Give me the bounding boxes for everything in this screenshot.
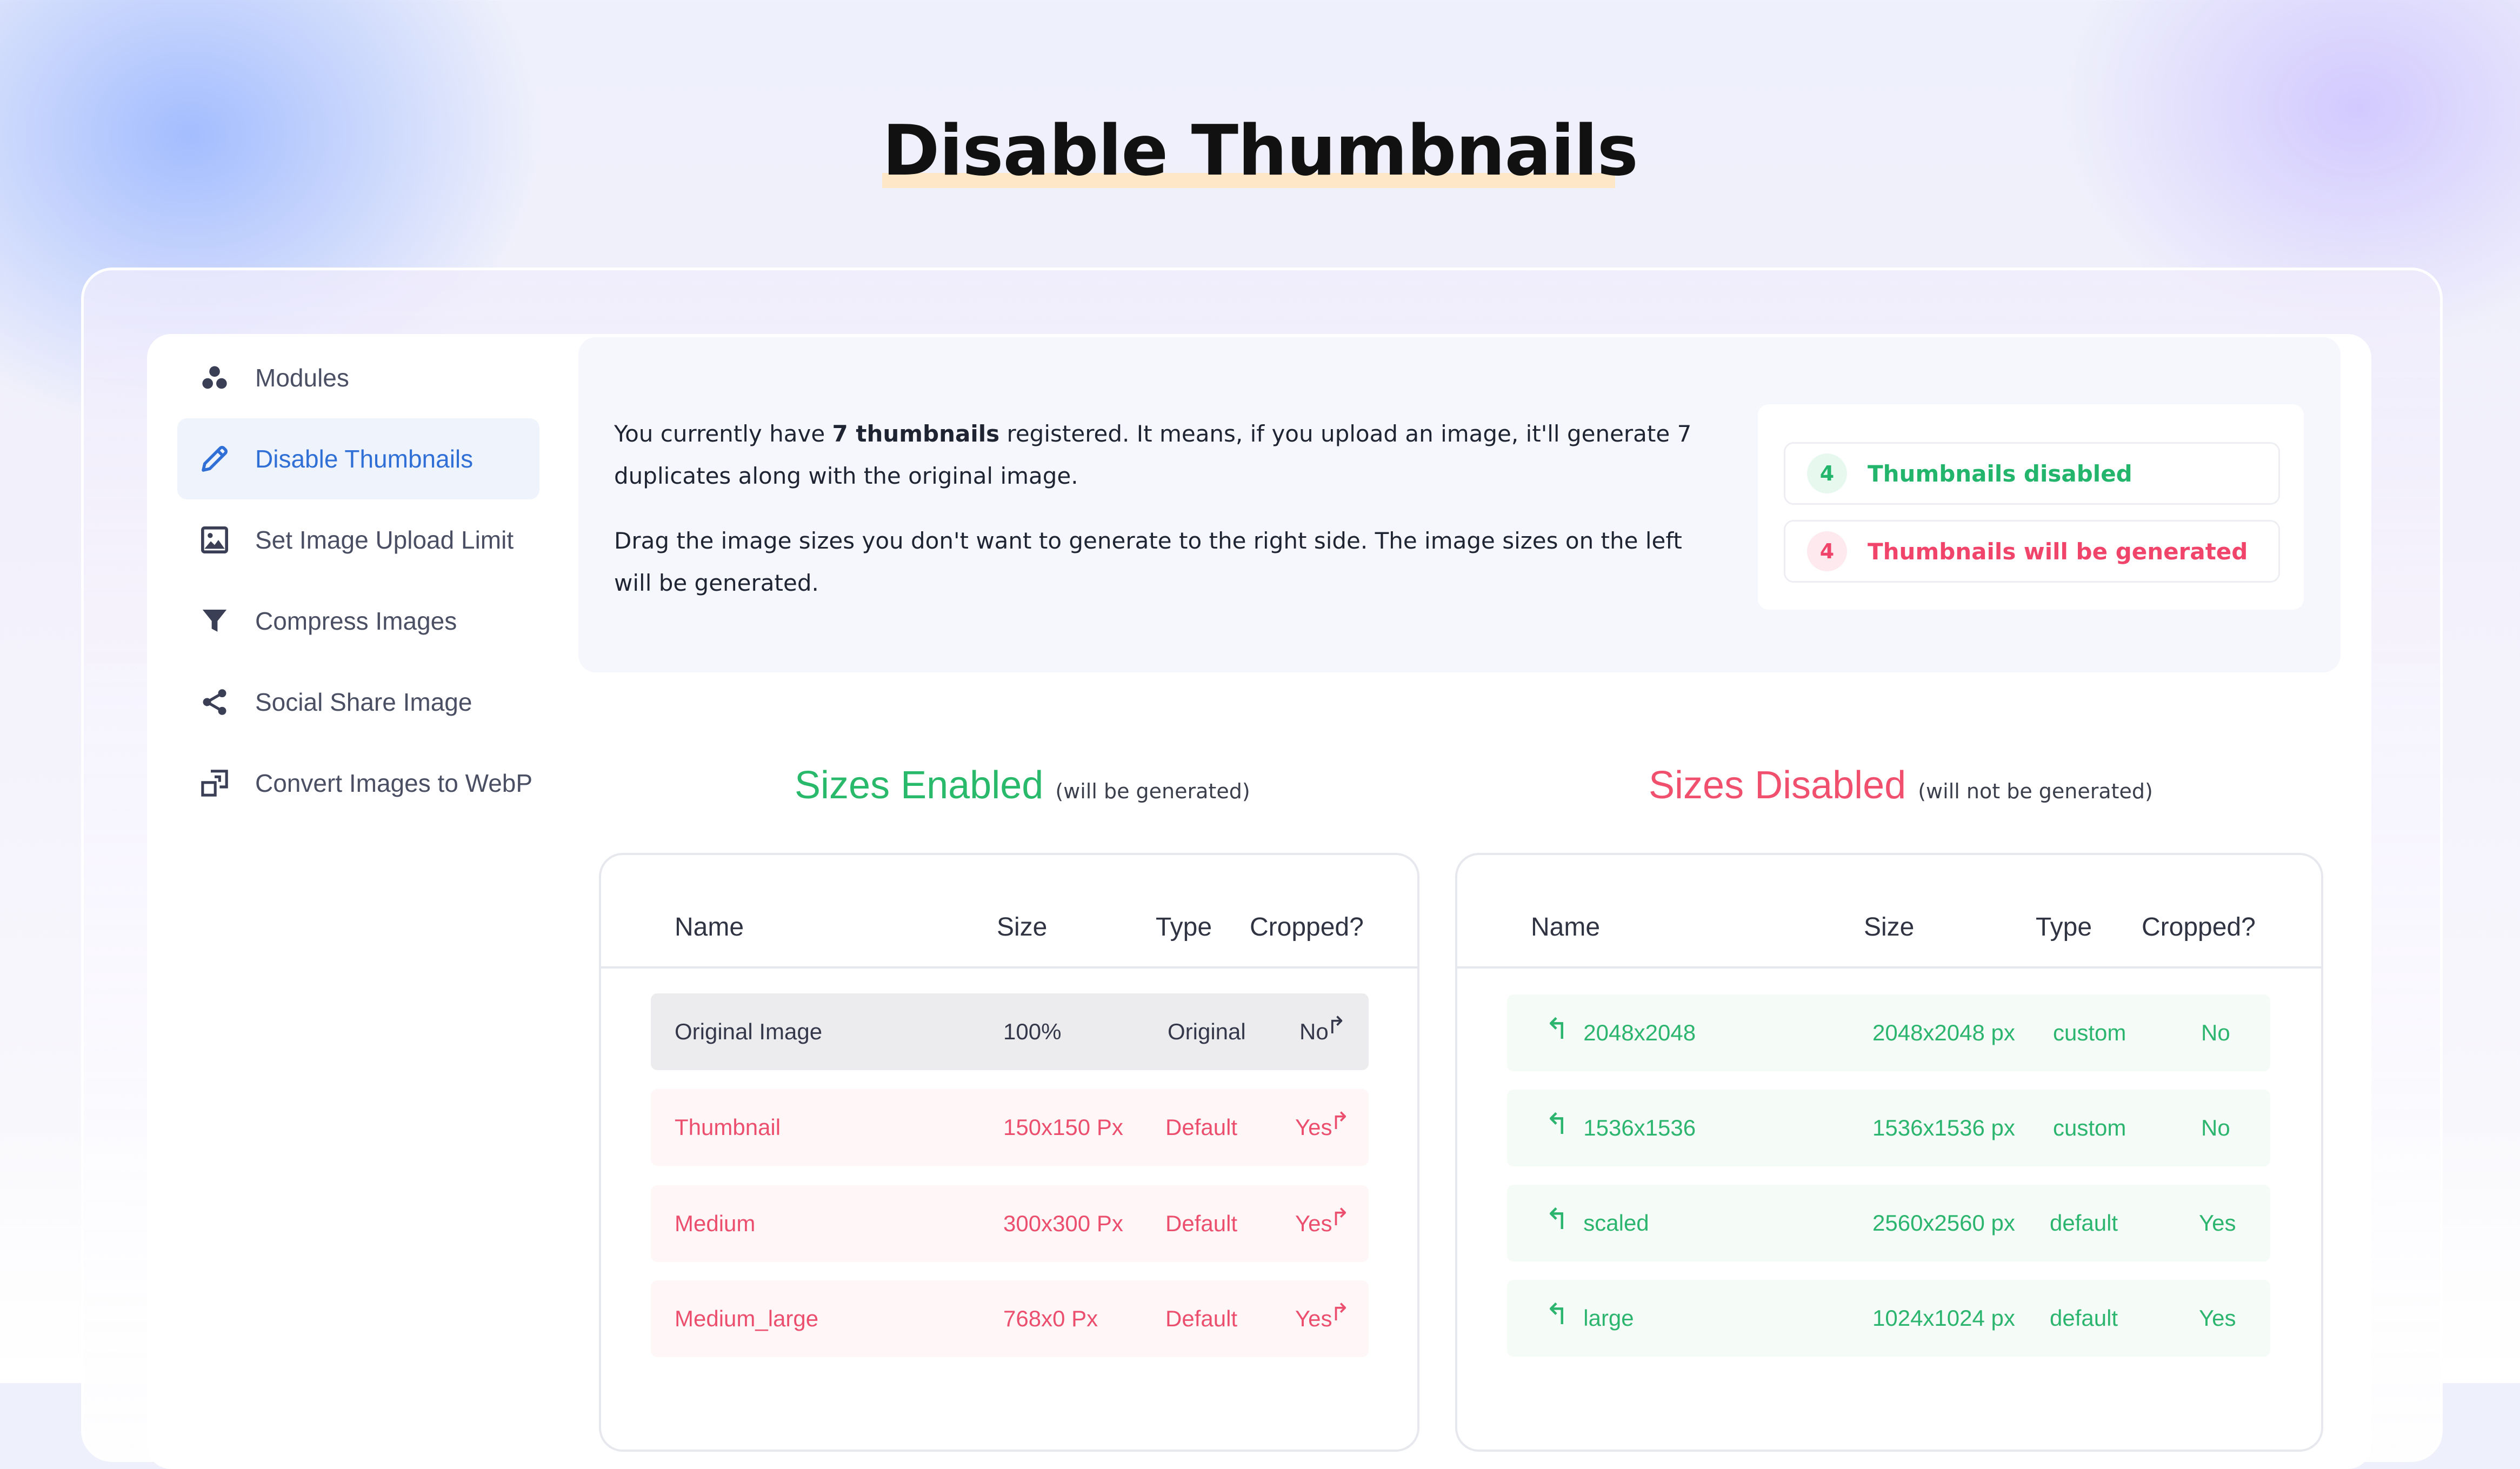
size-type: Default xyxy=(1165,1211,1238,1236)
stat-label: Thumbnails will be generated xyxy=(1868,538,2248,565)
size-name: Medium_large xyxy=(675,1306,819,1331)
cropped-value: Yes xyxy=(2199,1210,2236,1236)
move-back-icon: ↰ xyxy=(1545,1012,1570,1045)
sizes-enabled-table: Name Size Type Cropped? Original Image 1… xyxy=(599,853,1419,1452)
funnel-icon xyxy=(198,604,231,638)
column-header: Cropped? xyxy=(1250,913,1364,942)
section-title: Sizes Enabled xyxy=(795,764,1044,807)
column-header: Type xyxy=(1156,913,1212,942)
size-type: custom xyxy=(2053,1020,2126,1045)
size-type: default xyxy=(2050,1210,2118,1236)
size-type: custom xyxy=(2053,1115,2126,1140)
stat-disabled: 4 Thumbnails disabled xyxy=(1784,442,2280,505)
info-text: You currently have xyxy=(614,420,832,447)
section-title: Sizes Disabled xyxy=(1649,764,1906,807)
move-right-icon: ↱ xyxy=(1326,1012,1346,1039)
column-header: Name xyxy=(675,913,744,942)
column-header: Size xyxy=(1864,913,1915,942)
size-value: 150x150 Px xyxy=(1003,1114,1123,1140)
info-paragraph-1: You currently have 7 thumbnails register… xyxy=(614,413,1717,497)
convert-icon xyxy=(198,766,231,800)
size-type: Default xyxy=(1165,1114,1238,1140)
sidebar-item-label: Social Share Image xyxy=(255,688,472,716)
move-back-icon: ↰ xyxy=(1545,1203,1570,1236)
cropped-value: Yes xyxy=(1295,1211,1332,1236)
size-name: 2048x2048 xyxy=(1583,1020,1696,1045)
section-note: (will be generated) xyxy=(1055,779,1250,803)
size-value: 2048x2048 px xyxy=(1872,1020,2015,1045)
modules-icon xyxy=(198,361,231,395)
cropped-value: No xyxy=(2201,1020,2230,1045)
table-row[interactable]: Medium 300x300 Px Default Yes ↱ xyxy=(651,1185,1369,1262)
sidebar-item-label: Disable Thumbnails xyxy=(255,445,474,473)
count-badge: 4 xyxy=(1807,453,1847,493)
column-header: Size xyxy=(997,913,1048,942)
size-type: default xyxy=(2050,1305,2118,1331)
cropped-value: No xyxy=(1299,1019,1329,1044)
table-row[interactable]: ↰ 1536x1536 1536x1536 px custom No xyxy=(1507,1090,2270,1166)
table-header: Name Size Type Cropped? xyxy=(601,855,1417,969)
cropped-value: Yes xyxy=(1295,1114,1332,1140)
pencil-icon xyxy=(198,442,231,476)
column-header: Cropped? xyxy=(2142,913,2256,942)
sidebar-item-label: Convert Images to WebP xyxy=(255,769,533,797)
column-header: Type xyxy=(2036,913,2092,942)
info-panel: You currently have 7 thumbnails register… xyxy=(578,337,2341,672)
stat-label: Thumbnails disabled xyxy=(1868,460,2132,487)
size-type: Default xyxy=(1165,1306,1238,1331)
table-row[interactable]: ↰ 2048x2048 2048x2048 px custom No xyxy=(1507,994,2270,1071)
sizes-disabled-table: Name Size Type Cropped? ↰ 2048x2048 2048x… xyxy=(1455,853,2323,1452)
cropped-value: Yes xyxy=(2199,1305,2236,1331)
size-value: 1536x1536 px xyxy=(1872,1115,2015,1140)
move-back-icon: ↰ xyxy=(1545,1298,1570,1331)
sidebar-item-convert-images-to-webp[interactable]: Convert Images to WebP xyxy=(177,743,539,824)
table-header: Name Size Type Cropped? xyxy=(1457,855,2321,969)
stat-generated: 4 Thumbnails will be generated xyxy=(1784,520,2280,583)
size-name: large xyxy=(1583,1305,1634,1331)
sidebar-item-modules[interactable]: Modules xyxy=(177,337,539,418)
sidebar: Modules Disable Thumbnails Set Image Upl… xyxy=(177,337,539,824)
table-row[interactable]: ↰ scaled 2560x2560 px default Yes xyxy=(1507,1185,2270,1261)
table-row[interactable]: Thumbnail 150x150 Px Default Yes ↱ xyxy=(651,1089,1369,1166)
section-note: (will not be generated) xyxy=(1918,779,2153,803)
info-paragraph-2: Drag the image sizes you don't want to g… xyxy=(614,527,1682,596)
size-type: Original xyxy=(1168,1019,1246,1044)
image-icon xyxy=(198,523,231,557)
sidebar-item-social-share-image[interactable]: Social Share Image xyxy=(177,662,539,743)
sidebar-item-disable-thumbnails[interactable]: Disable Thumbnails xyxy=(177,418,539,499)
size-name: Thumbnail xyxy=(675,1114,781,1140)
sizes-enabled-heading: Sizes Enabled (will be generated) xyxy=(795,763,1250,807)
size-value: 300x300 Px xyxy=(1003,1211,1123,1236)
size-value: 100% xyxy=(1003,1019,1062,1044)
page-title-text: Disable Thumbnails xyxy=(882,111,1638,191)
page-title: Disable Thumbnails xyxy=(882,111,1638,191)
sidebar-item-set-image-upload-limit[interactable]: Set Image Upload Limit xyxy=(177,499,539,580)
size-name: scaled xyxy=(1583,1210,1649,1236)
size-value: 2560x2560 px xyxy=(1872,1210,2015,1236)
share-icon xyxy=(198,685,231,719)
size-value: 1024x1024 px xyxy=(1872,1305,2015,1331)
thumbnail-count-text: 7 thumbnails xyxy=(832,420,1000,447)
sidebar-item-label: Compress Images xyxy=(255,607,457,635)
move-right-icon: ↱ xyxy=(1330,1299,1350,1326)
move-right-icon: ↱ xyxy=(1330,1107,1350,1134)
size-name: Original Image xyxy=(675,1019,823,1044)
move-right-icon: ↱ xyxy=(1330,1204,1350,1231)
size-value: 768x0 Px xyxy=(1003,1306,1098,1331)
table-row[interactable]: Medium_large 768x0 Px Default Yes ↱ xyxy=(651,1280,1369,1357)
sidebar-item-compress-images[interactable]: Compress Images xyxy=(177,580,539,662)
column-header: Name xyxy=(1531,913,1601,942)
cropped-value: No xyxy=(2201,1115,2230,1140)
cropped-value: Yes xyxy=(1295,1306,1332,1331)
size-name: 1536x1536 xyxy=(1583,1115,1696,1140)
sizes-disabled-heading: Sizes Disabled (will not be generated) xyxy=(1649,763,2153,807)
stats-box: 4 Thumbnails disabled 4 Thumbnails will … xyxy=(1758,404,2304,610)
sidebar-item-label: Set Image Upload Limit xyxy=(255,526,514,554)
sidebar-item-label: Modules xyxy=(255,364,349,392)
size-name: Medium xyxy=(675,1211,756,1236)
count-badge: 4 xyxy=(1807,531,1847,571)
move-back-icon: ↰ xyxy=(1545,1107,1570,1140)
table-row[interactable]: Original Image 100% Original No ↱ xyxy=(651,993,1369,1070)
table-row[interactable]: ↰ large 1024x1024 px default Yes xyxy=(1507,1280,2270,1357)
